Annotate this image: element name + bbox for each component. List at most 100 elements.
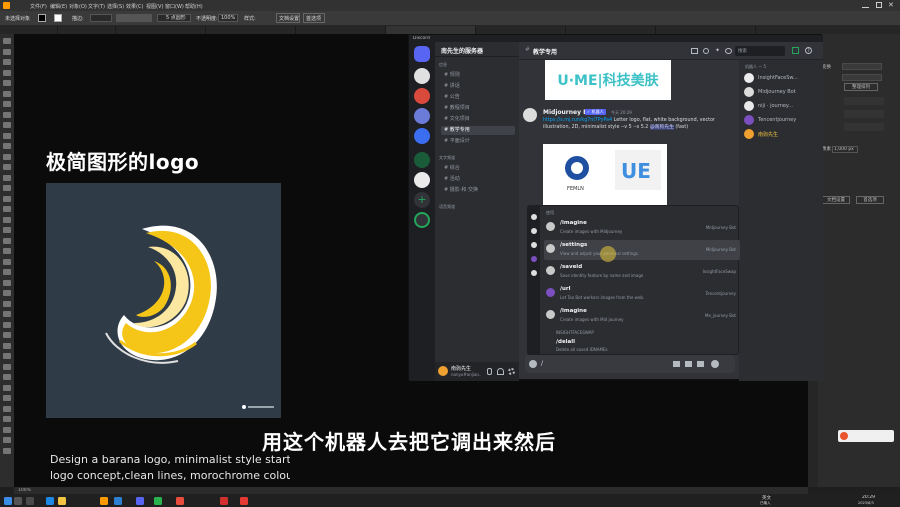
tool-icon[interactable] bbox=[3, 311, 11, 317]
server-icon[interactable] bbox=[414, 88, 430, 104]
headphones-icon[interactable] bbox=[497, 368, 504, 375]
tool-icon[interactable] bbox=[3, 132, 11, 139]
search-input[interactable]: 搜索 bbox=[735, 46, 785, 56]
bell-icon[interactable] bbox=[703, 48, 709, 54]
tool-icon[interactable] bbox=[3, 416, 11, 422]
tool-icon[interactable] bbox=[3, 237, 11, 244]
tool-icon[interactable] bbox=[3, 374, 11, 380]
doc-setup-button[interactable]: 文档设置 bbox=[822, 196, 850, 204]
message-link[interactable]: https://s.mj.run/kg7nl7PyPa4 bbox=[543, 118, 612, 123]
tool-icon[interactable] bbox=[3, 227, 11, 233]
server-name[interactable]: 南先生的服务器 bbox=[441, 46, 483, 55]
tool-icon[interactable] bbox=[3, 426, 11, 433]
member-item[interactable]: InsightFaceSw... bbox=[744, 72, 820, 84]
clock-time[interactable]: 20:29 bbox=[862, 495, 875, 500]
attach-plus-icon[interactable] bbox=[529, 360, 537, 368]
brush-style-field[interactable]: 5 点圆形 bbox=[157, 14, 191, 22]
tool-icon[interactable] bbox=[3, 101, 11, 107]
tool-icon[interactable] bbox=[3, 185, 11, 191]
width-field[interactable]: 1,000 px bbox=[832, 146, 858, 153]
user-avatar[interactable] bbox=[438, 366, 448, 376]
menu-file[interactable]: 文件(F) bbox=[30, 3, 47, 10]
tool-icon[interactable] bbox=[3, 216, 11, 223]
tool-icon[interactable] bbox=[3, 447, 11, 454]
server-icon[interactable] bbox=[414, 172, 430, 188]
tool-icon[interactable] bbox=[3, 332, 11, 338]
app-icon[interactable] bbox=[531, 242, 537, 248]
photoshop-taskbar-icon[interactable] bbox=[114, 497, 122, 505]
help-icon[interactable]: ? bbox=[805, 47, 812, 54]
menu-select[interactable]: 选择(S) bbox=[107, 3, 124, 10]
tool-icon[interactable] bbox=[3, 300, 11, 307]
preferences-panel-button[interactable]: 首选项 bbox=[856, 196, 884, 204]
tool-icon[interactable] bbox=[3, 384, 11, 391]
tool-icon[interactable] bbox=[3, 395, 11, 401]
channel-talk[interactable]: # 讲话 bbox=[441, 82, 515, 91]
doc-tab-active[interactable] bbox=[386, 26, 476, 34]
member-item[interactable]: 南驹先生 bbox=[744, 128, 820, 140]
tool-icon[interactable] bbox=[3, 279, 11, 286]
tool-icon[interactable] bbox=[3, 143, 11, 149]
preset-select[interactable] bbox=[842, 74, 882, 81]
tool-icon[interactable] bbox=[3, 111, 11, 118]
menu-object[interactable]: 对象(O) bbox=[69, 3, 87, 10]
preferences-button[interactable]: 首选项 bbox=[303, 13, 325, 23]
explorer-icon[interactable] bbox=[58, 497, 66, 505]
server-icon[interactable] bbox=[414, 108, 430, 124]
server-icon[interactable] bbox=[414, 68, 430, 84]
doc-tab[interactable] bbox=[296, 26, 386, 34]
category-text[interactable]: 文字频道 bbox=[439, 155, 455, 161]
command-delall-name[interactable]: /delall bbox=[556, 339, 575, 345]
tool-icon[interactable] bbox=[3, 437, 11, 443]
minimize-icon[interactable] bbox=[862, 2, 869, 8]
maximize-icon[interactable] bbox=[876, 2, 882, 8]
category-voice[interactable]: 语音频道 bbox=[439, 204, 455, 210]
doc-tab[interactable] bbox=[206, 26, 296, 34]
tool-icon[interactable] bbox=[3, 321, 11, 328]
channel-announce[interactable]: # 公告 bbox=[441, 93, 515, 102]
tool-icon[interactable] bbox=[3, 69, 11, 76]
command-imagine[interactable]: /imagine Create images with Midjourney Mid… bbox=[544, 218, 740, 238]
doc-tab[interactable] bbox=[566, 26, 656, 34]
start-icon[interactable] bbox=[4, 497, 12, 505]
menu-help[interactable]: 帮助(H) bbox=[185, 3, 203, 10]
app-icon[interactable] bbox=[531, 256, 537, 262]
doc-tab[interactable] bbox=[476, 26, 566, 34]
tool-icon[interactable] bbox=[3, 206, 11, 212]
member-item[interactable]: Midjourney Bot bbox=[744, 86, 820, 98]
doc-tab[interactable] bbox=[656, 26, 756, 34]
tool-icon[interactable] bbox=[3, 90, 11, 97]
channel-events[interactable]: # 活动 bbox=[441, 175, 515, 184]
midjourney-avatar[interactable] bbox=[523, 108, 537, 122]
server-icon[interactable] bbox=[414, 152, 430, 168]
document-setup-button[interactable]: 文档设置 bbox=[276, 13, 300, 23]
menu-view[interactable]: 视图(V) bbox=[146, 3, 163, 10]
ime-toolbar[interactable] bbox=[838, 430, 894, 442]
app-icon[interactable] bbox=[531, 228, 537, 234]
settings-gear-icon[interactable] bbox=[508, 368, 515, 375]
illustrator-taskbar-icon[interactable] bbox=[100, 497, 108, 505]
doc-tab[interactable] bbox=[0, 26, 58, 34]
command-url[interactable]: /url Let Tao Bot workers images from the … bbox=[544, 284, 740, 304]
channel-culture[interactable]: # 文化项目 bbox=[441, 115, 515, 124]
opacity-field[interactable]: 100% bbox=[218, 14, 238, 22]
menu-type[interactable]: 文字(T) bbox=[88, 3, 105, 10]
tool-icon[interactable] bbox=[3, 164, 11, 170]
gift-icon[interactable] bbox=[673, 361, 680, 367]
command-settings[interactable]: /settingsView and adjust your personal s… bbox=[544, 240, 740, 262]
doc-tab[interactable] bbox=[58, 26, 116, 34]
menu-edit[interactable]: 编辑(E) bbox=[50, 3, 67, 10]
inbox-icon[interactable] bbox=[792, 47, 799, 54]
stroke-width-field[interactable] bbox=[90, 14, 112, 22]
members-icon[interactable] bbox=[725, 48, 732, 54]
member-item[interactable]: niji · journey... bbox=[744, 100, 820, 112]
explore-servers-icon[interactable] bbox=[414, 212, 430, 228]
task-view-icon[interactable] bbox=[26, 497, 34, 505]
gif-icon[interactable] bbox=[685, 361, 692, 367]
search-icon[interactable] bbox=[14, 497, 22, 505]
menu-window[interactable]: 窗口(W) bbox=[165, 3, 184, 10]
tool-icon[interactable] bbox=[3, 122, 11, 128]
app-taskbar-icon[interactable] bbox=[176, 497, 184, 505]
channel-general[interactable]: # 综合 bbox=[441, 164, 515, 173]
zoom-level[interactable]: 100% bbox=[18, 488, 31, 493]
